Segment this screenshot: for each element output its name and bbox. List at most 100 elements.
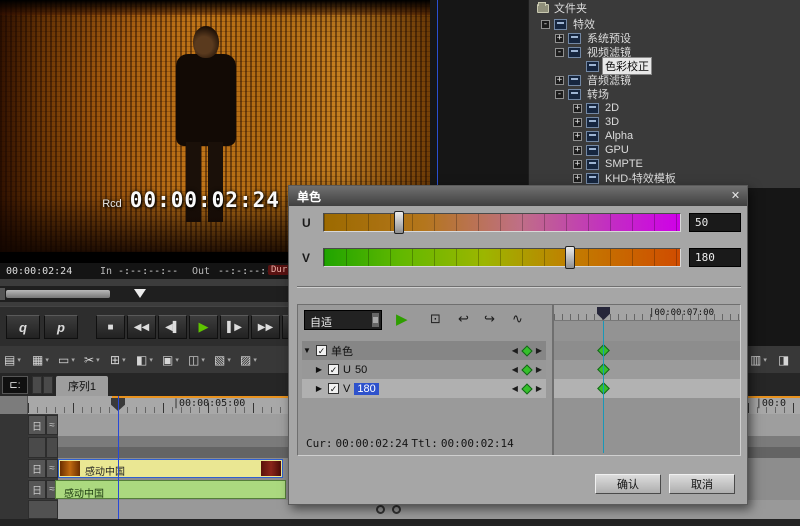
tree-item-video-filters[interactable]: - 视频滤镜	[529, 45, 800, 59]
preset-dropdown[interactable]: 自适	[304, 310, 382, 330]
keyframe-ruler[interactable]: |00:00:07:00	[554, 305, 740, 321]
dialog-titlebar[interactable]: 单色 ✕	[289, 186, 747, 206]
param-row-mono[interactable]: ▼ ✓ 单色 ◀ ▶	[302, 341, 546, 360]
add-keyframe-icon[interactable]	[521, 345, 532, 356]
toolbar-tool[interactable]: ▤▾	[4, 350, 21, 370]
tree-item-alpha[interactable]: + Alpha	[529, 129, 800, 143]
toolbar-tool[interactable]: ▧▾	[214, 350, 231, 370]
knob-icon[interactable]	[392, 505, 401, 514]
v-value-box[interactable]: 180	[689, 248, 741, 267]
next-keyframe-icon[interactable]: ▶	[536, 384, 542, 393]
toolbar-tool[interactable]: ▭▾	[58, 350, 75, 370]
u-value-box[interactable]: 50	[689, 213, 741, 232]
prev-keyframe-icon[interactable]: ◀	[512, 346, 518, 355]
rewind-button[interactable]: ◀◀	[127, 315, 156, 339]
set-in-button[interactable]: q	[6, 315, 40, 339]
prev-keyframe-icon[interactable]: ◀	[512, 365, 518, 374]
tree-item-gpu[interactable]: + GPU	[529, 143, 800, 157]
param-value-selected[interactable]: 180	[354, 383, 378, 395]
tree-item-2d[interactable]: + 2D	[529, 101, 800, 115]
next-keyframe-icon[interactable]: ▶	[536, 365, 542, 374]
audio-clip[interactable]: 感动中国	[55, 480, 286, 499]
keyframe-row[interactable]	[554, 341, 740, 360]
checkbox[interactable]: ✓	[328, 364, 339, 375]
track-toggle-icon[interactable]: 日	[28, 459, 46, 478]
param-row-v[interactable]: ▶ ✓ V 180 ◀ ▶	[302, 379, 546, 398]
param-row-u[interactable]: ▶ ✓ U 50 ◀ ▶	[302, 360, 546, 379]
next-keyframe-icon[interactable]: ▶	[536, 346, 542, 355]
track-toggle-icon[interactable]: 日	[28, 480, 46, 499]
toolbar-tool[interactable]: ▥▾	[750, 350, 767, 370]
expand-icon[interactable]: +	[573, 118, 582, 127]
undo-icon[interactable]: ↩	[458, 311, 469, 327]
confirm-button[interactable]: 确认	[595, 474, 661, 494]
video-clip[interactable]: 感动中国	[58, 459, 283, 478]
play-button[interactable]: ▶	[189, 315, 218, 339]
checkbox[interactable]: ✓	[328, 383, 339, 394]
u-slider-handle[interactable]	[394, 211, 404, 234]
collapse-icon[interactable]: -	[541, 20, 550, 29]
u-slider[interactable]	[323, 213, 681, 232]
track-header-cell[interactable]	[28, 500, 58, 519]
param-value[interactable]: 50	[355, 364, 367, 376]
waveform-toggle-icon[interactable]: ≈	[46, 459, 58, 478]
next-frame-button[interactable]: ▌▶	[220, 315, 249, 339]
v-slider-handle[interactable]	[565, 246, 575, 269]
add-keyframe-icon[interactable]	[521, 383, 532, 394]
tree-item-effects[interactable]: - 特效	[529, 17, 800, 31]
expand-icon[interactable]: +	[555, 76, 564, 85]
toolbar-tool[interactable]: ✂▾	[84, 350, 100, 370]
tree-item-color-correction[interactable]: 色彩校正	[529, 59, 800, 73]
toolbar-tool[interactable]: ◧▾	[136, 350, 153, 370]
sequence-tab[interactable]: 序列1	[56, 376, 108, 396]
track-header-cell[interactable]	[28, 437, 46, 458]
expand-icon[interactable]: ▶	[314, 384, 324, 393]
collapse-icon[interactable]: ▼	[302, 346, 312, 355]
tree-item-system-presets[interactable]: + 系统预设	[529, 31, 800, 45]
toolbar-tool[interactable]: ⊞▾	[110, 350, 126, 370]
waveform-toggle-icon[interactable]: ≈	[46, 415, 58, 435]
tab-scroll-left[interactable]	[32, 376, 42, 394]
prev-keyframe-icon[interactable]: ◀	[512, 384, 518, 393]
add-keyframe-icon[interactable]	[521, 364, 532, 375]
set-out-button[interactable]: p	[44, 315, 78, 339]
keyframe-row[interactable]	[554, 360, 740, 379]
stop-button[interactable]: ■	[96, 315, 125, 339]
tab-scroll-right[interactable]	[43, 376, 53, 394]
tree-item-3d[interactable]: + 3D	[529, 115, 800, 129]
tree-item-khd-template[interactable]: + KHD-特效模板	[529, 171, 800, 185]
tree-item-transitions[interactable]: - 转场	[529, 87, 800, 101]
checkbox[interactable]: ✓	[316, 345, 327, 356]
keyframe-playhead-marker[interactable]	[597, 307, 610, 320]
curve-icon[interactable]: ∿	[512, 311, 523, 327]
expand-icon[interactable]: +	[555, 34, 564, 43]
toolbar-tool[interactable]: ▣▾	[162, 350, 179, 370]
toolbar-tool[interactable]: ◫▾	[188, 350, 205, 370]
cancel-button[interactable]: 取消	[669, 474, 735, 494]
tree-item-smpte[interactable]: + SMPTE	[529, 157, 800, 171]
expand-icon[interactable]: +	[573, 104, 582, 113]
v-slider[interactable]	[323, 248, 681, 267]
expand-icon[interactable]: ▶	[314, 365, 324, 374]
fast-forward-button[interactable]: ▶▶	[251, 315, 280, 339]
seek-playhead[interactable]	[134, 289, 146, 298]
sequence-corner-icon[interactable]: ⊏:	[2, 376, 28, 394]
tree-item-audio-filters[interactable]: + 音频滤镜	[529, 73, 800, 87]
redo-icon[interactable]: ↪	[484, 311, 495, 327]
toolbar-tool[interactable]: ◨	[778, 350, 789, 370]
track-toggle-icon[interactable]: 日	[28, 415, 46, 435]
keyframe-row[interactable]	[554, 379, 740, 398]
knob-icon[interactable]	[376, 505, 385, 514]
combo-scrollbar[interactable]	[372, 313, 379, 327]
toolbar-tool[interactable]: ▨▾	[240, 350, 257, 370]
timeline-playhead-line[interactable]	[118, 396, 119, 519]
expand-icon[interactable]: +	[573, 146, 582, 155]
seek-scroll-handle[interactable]	[6, 290, 110, 298]
prev-frame-button[interactable]: ◀▌	[158, 315, 187, 339]
dialog-play-button[interactable]: ▶	[396, 310, 408, 328]
expand-icon[interactable]: +	[573, 160, 582, 169]
expand-icon[interactable]: +	[573, 132, 582, 141]
toolbar-tool[interactable]: ▦▾	[32, 350, 49, 370]
collapse-icon[interactable]: -	[555, 90, 564, 99]
track-header-cell[interactable]	[46, 437, 58, 458]
